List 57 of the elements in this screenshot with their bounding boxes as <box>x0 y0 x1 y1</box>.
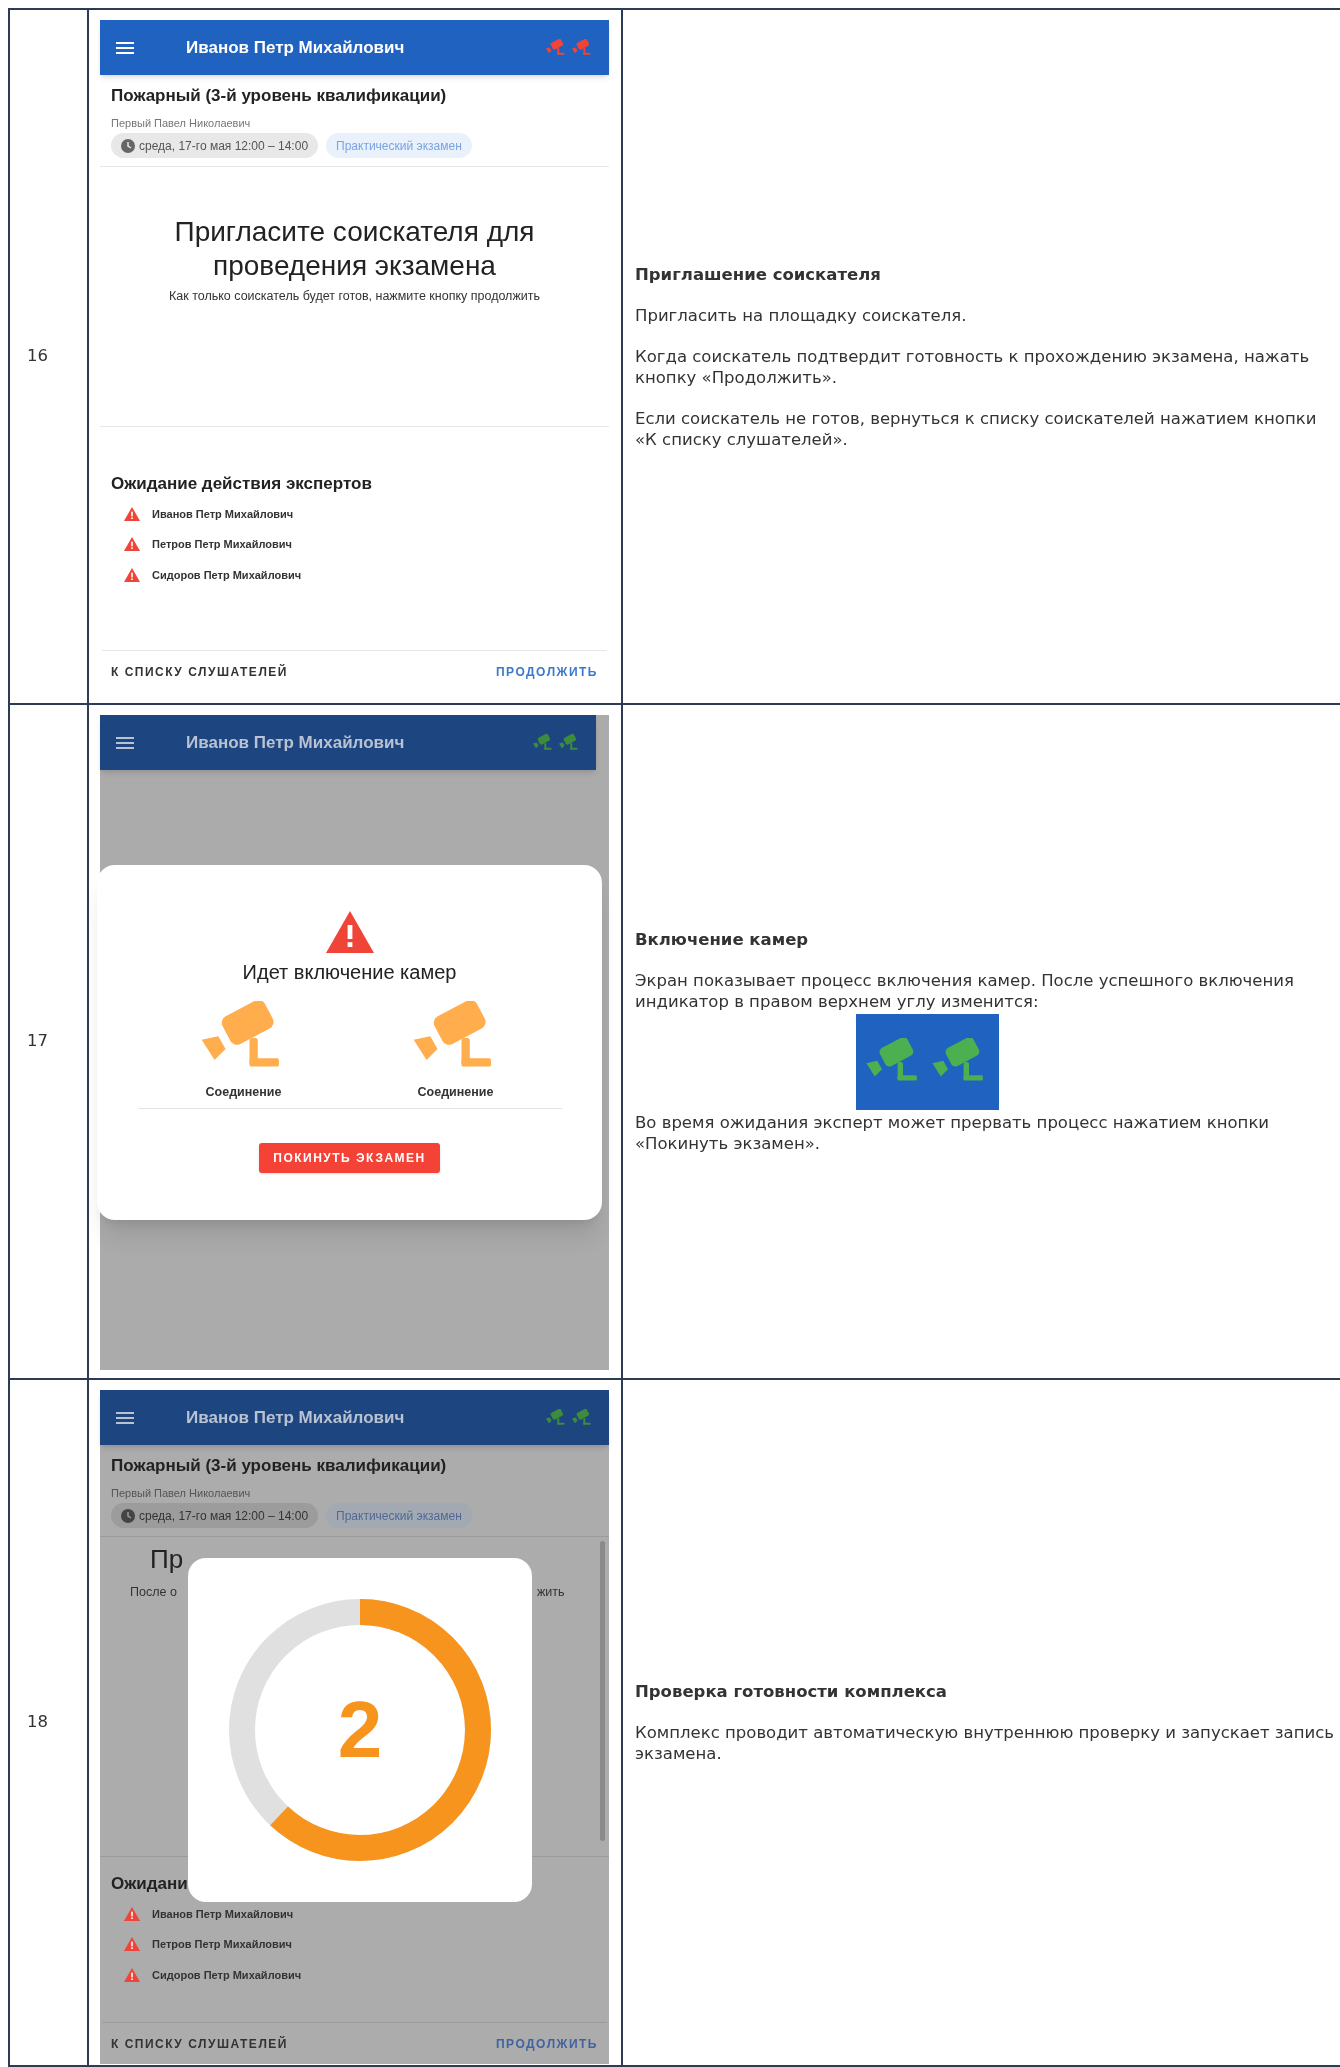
section-title: Ожидание действия экспертов <box>111 473 373 495</box>
step-text: Комплекс проводит автоматическую внутреннюю проверку и запускает запись экзамена. <box>635 1722 1335 1764</box>
step-text: Во время ожидания эксперт может прервать процесс нажатием кнопки «Покинуть экзамен». <box>635 1112 1271 1154</box>
camera-status-label: Соединение <box>417 1084 494 1101</box>
user-name: Иванов Петр Михайлович <box>186 36 405 59</box>
user-name: Иванов Петр Михайлович <box>186 1406 405 1429</box>
exam-title: Пожарный (3-й уровень квалификации) <box>111 1455 448 1477</box>
step-number: 16 <box>27 345 48 368</box>
step-title: Включение камер <box>635 929 810 950</box>
date-text: среда, 17-го мая 12:00 – 14:00 <box>139 137 309 155</box>
date-text: среда, 17-го мая 12:00 – 14:00 <box>139 1507 309 1525</box>
warning-icon <box>124 1906 140 1921</box>
expert-name: Сидоров Петр Михайлович <box>152 567 302 583</box>
invite-heading: Пригласите соискателя для проведения экзамена <box>173 215 536 283</box>
back-to-list-button[interactable]: К СПИСКУ СЛУШАТЕЛЕЙ <box>111 662 288 681</box>
clock-icon <box>121 138 135 153</box>
menu-icon[interactable] <box>116 736 134 749</box>
hint-fragment: жить <box>537 1584 565 1601</box>
step-text: Пригласить на площадку соискателя. <box>635 304 968 326</box>
warning-icon <box>124 506 140 521</box>
back-to-list-button[interactable]: К СПИСКУ СЛУШАТЕЛЕЙ <box>111 2034 288 2053</box>
menu-icon[interactable] <box>116 41 134 54</box>
expert-name: Иванов Петр Михайлович <box>152 1906 294 1922</box>
step-number: 17 <box>27 1030 48 1053</box>
menu-icon[interactable] <box>116 1411 134 1424</box>
hint-fragment: После о <box>130 1584 177 1601</box>
expert-name: Петров Петр Михайлович <box>152 537 292 552</box>
warning-icon <box>124 1937 140 1952</box>
heading-fragment: Пр <box>150 1543 184 1575</box>
step-title: Приглашение соискателя <box>635 263 882 285</box>
step-title: Проверка готовности комплекса <box>635 1681 948 1702</box>
expert-name: Петров Петр Михайлович <box>152 1937 292 1952</box>
warning-icon <box>325 911 374 953</box>
warning-icon <box>124 1967 140 1982</box>
dialog-title: Идет включение камер <box>242 960 457 985</box>
step-text: Экран показывает процесс включения камер. После успешного включения индикатор в правом верхнем углу изменится: <box>635 970 1295 1012</box>
continue-button[interactable]: ПРОДОЛЖИТЬ <box>495 2034 598 2053</box>
exam-type-badge: Практический экзамен <box>326 1503 472 1528</box>
camera-status-label: Соединение <box>205 1084 282 1101</box>
step-number: 18 <box>27 1711 48 1734</box>
warning-icon <box>124 537 140 552</box>
examiner-name: Первый Павел Николаевич <box>111 115 252 131</box>
step-text: Если соискатель не готов, вернуться к списку соискателей нажатием кнопки «К списку слушателей». <box>635 407 1318 450</box>
invite-hint: Как только соискатель будет готов, нажмите кнопку продолжить <box>169 288 540 305</box>
user-name: Иванов Петр Михайлович <box>186 731 405 754</box>
step-text: Когда соискатель подтвердит готовность к прохождению экзамена, нажать кнопку «Продолжить». <box>635 345 1311 388</box>
exam-title: Пожарный (3-й уровень квалификации) <box>111 85 448 107</box>
exam-type-badge: Практический экзамен <box>326 133 472 158</box>
warning-icon <box>124 567 140 582</box>
section-title: Ожидани <box>111 1873 189 1895</box>
continue-button[interactable]: ПРОДОЛЖИТЬ <box>495 662 598 681</box>
examiner-name: Первый Павел Николаевич <box>111 1485 252 1501</box>
expert-name: Сидоров Петр Михайлович <box>152 1967 302 1983</box>
leave-exam-button[interactable]: ПОКИНУТЬ ЭКЗАМЕН <box>259 1142 440 1173</box>
expert-name: Иванов Петр Михайлович <box>152 506 294 522</box>
clock-icon <box>121 1508 135 1523</box>
countdown-number: 2 <box>337 1684 383 1776</box>
